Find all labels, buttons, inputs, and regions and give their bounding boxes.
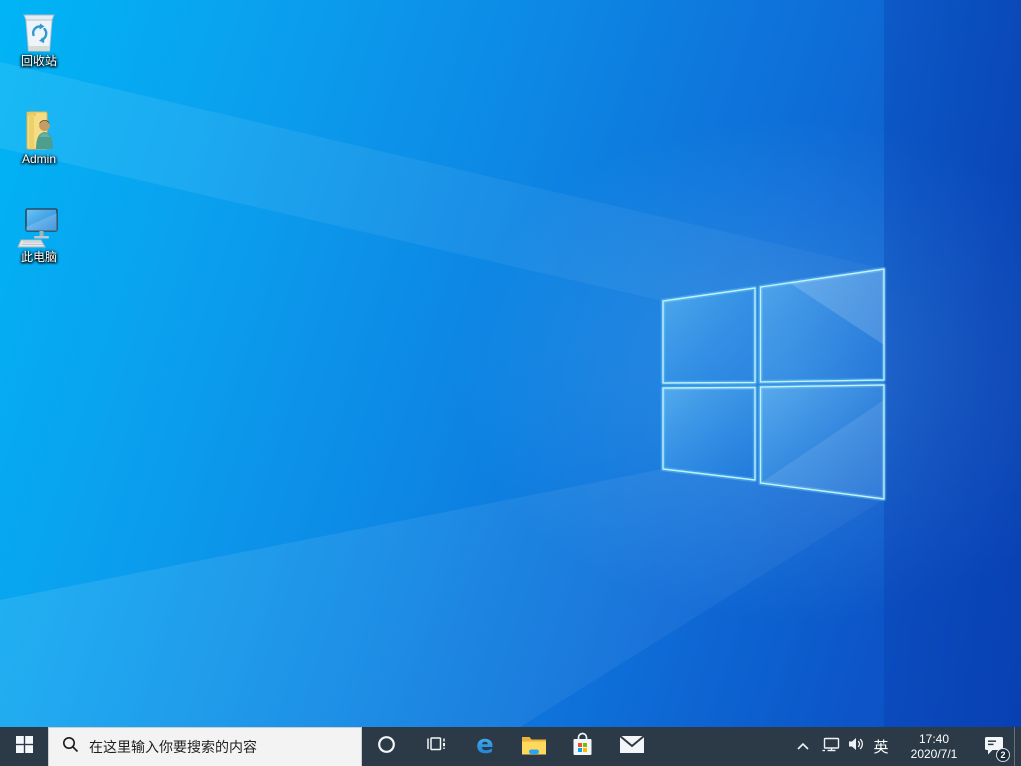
taskbar-search-box[interactable] bbox=[48, 727, 362, 766]
show-desktop-button[interactable] bbox=[1014, 727, 1021, 766]
task-view-icon bbox=[425, 733, 447, 760]
this-pc-icon bbox=[17, 204, 61, 250]
taskbar-button-mail[interactable] bbox=[607, 727, 656, 766]
notification-badge: 2 bbox=[996, 748, 1010, 762]
desktop-icon-admin[interactable]: Admin bbox=[6, 106, 72, 166]
taskbar-button-task-view[interactable] bbox=[411, 727, 460, 766]
start-button[interactable] bbox=[0, 727, 48, 766]
system-tray: 英 17:40 2020/7/1 2 bbox=[788, 727, 1021, 766]
show-hidden-icons-button[interactable] bbox=[788, 727, 818, 766]
search-input[interactable] bbox=[89, 739, 329, 755]
desktop-icon-this-pc[interactable]: 此电脑 bbox=[6, 204, 72, 264]
taskbar-empty-area bbox=[656, 727, 788, 766]
windows-desktop: 回收站 Admin 此电脑 在这里输入你要搜索的内容 e 英 17:40 202… bbox=[0, 0, 1021, 766]
edge-icon: e bbox=[471, 730, 499, 763]
desktop-icon-recycle-bin[interactable]: 回收站 bbox=[6, 8, 72, 68]
taskbar-button-microsoft-store[interactable] bbox=[558, 727, 607, 766]
taskbar-button-edge[interactable]: e bbox=[460, 727, 509, 766]
admin-user-folder-icon bbox=[17, 106, 61, 152]
windows-start-icon bbox=[15, 735, 33, 758]
chevron-up-icon bbox=[796, 738, 810, 756]
taskbar-clock[interactable]: 17:40 2020/7/1 bbox=[894, 727, 974, 766]
desktop-icon-label: Admin bbox=[21, 152, 56, 166]
microsoft-store-icon bbox=[571, 731, 594, 763]
desktop-icon-label: 回收站 bbox=[20, 54, 57, 68]
recycle-bin-icon bbox=[17, 8, 61, 54]
network-tray-button[interactable] bbox=[818, 727, 843, 766]
search-icon bbox=[62, 736, 79, 758]
ime-language-label: 英 bbox=[873, 739, 889, 756]
cortana-icon bbox=[377, 735, 396, 759]
desktop-icon-label: 此电脑 bbox=[20, 250, 57, 264]
ime-indicator[interactable]: 英 bbox=[868, 727, 894, 766]
svg-text:e: e bbox=[476, 730, 494, 758]
windows-logo-wallpaper bbox=[660, 266, 887, 502]
taskbar: e bbox=[0, 727, 1021, 766]
clock-time: 17:40 bbox=[918, 731, 950, 746]
speaker-icon bbox=[848, 737, 864, 756]
mail-icon bbox=[618, 734, 645, 759]
taskbar-button-cortana[interactable] bbox=[362, 727, 411, 766]
action-center-button[interactable]: 2 bbox=[974, 727, 1014, 766]
wired-network-icon bbox=[822, 737, 840, 757]
taskbar-button-file-explorer[interactable] bbox=[509, 727, 558, 766]
file-explorer-icon bbox=[521, 733, 547, 760]
clock-date: 2020/7/1 bbox=[910, 746, 958, 761]
volume-tray-button[interactable] bbox=[843, 727, 868, 766]
